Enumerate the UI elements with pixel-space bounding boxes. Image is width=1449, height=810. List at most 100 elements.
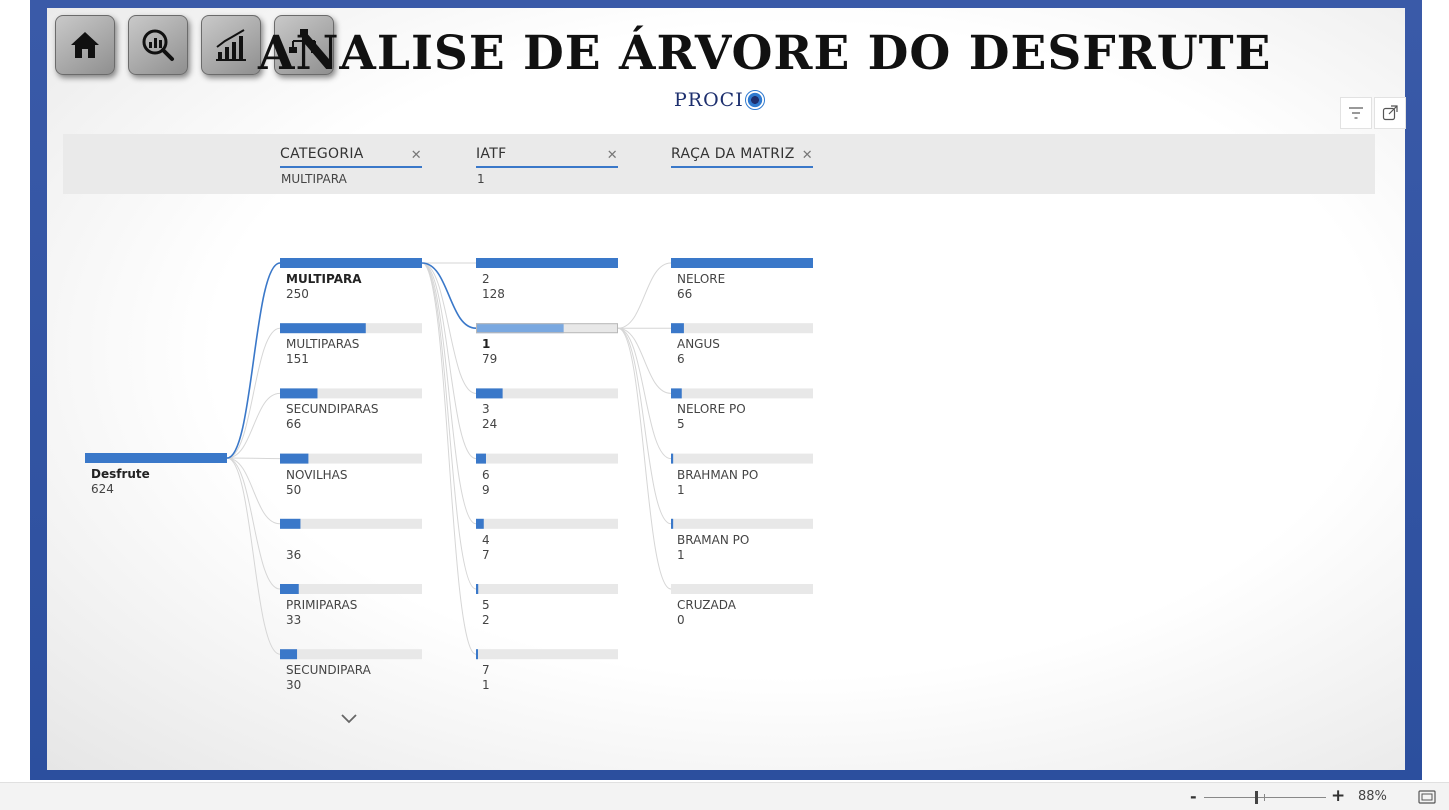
tree-bar[interactable]	[280, 649, 298, 660]
tree-connector	[421, 262, 477, 590]
zoom-slider-track[interactable]	[1204, 797, 1326, 798]
chevron-down-icon[interactable]	[340, 709, 358, 728]
node-name: NOVILHAS	[286, 467, 348, 482]
tree-bar[interactable]	[280, 258, 422, 268]
tree-connector	[226, 457, 281, 590]
tree-connector	[226, 327, 281, 459]
tree-bar[interactable]	[280, 388, 318, 399]
tree-node-label: MULTIPARA 250	[286, 272, 362, 302]
node-value: 7	[482, 547, 490, 562]
node-value: 1	[677, 482, 685, 497]
tree-bar-track	[671, 388, 813, 399]
node-name: NELORE	[677, 272, 726, 286]
tree-bar[interactable]	[280, 584, 299, 594]
tree-connector	[226, 392, 281, 459]
zoom-slider-thumb[interactable]	[1255, 791, 1258, 804]
node-name: Desfrute	[91, 467, 150, 481]
tree-bar[interactable]	[280, 518, 301, 529]
tree-bar[interactable]	[280, 323, 366, 334]
tree-connector	[226, 457, 281, 525]
tree-bar-track	[476, 584, 618, 594]
tree-bar[interactable]	[671, 518, 674, 529]
tree-node-label: NELORE 66	[677, 272, 725, 302]
fit-to-page-icon	[1418, 790, 1436, 804]
node-name: MULTIPARA	[286, 272, 362, 286]
tree-connector	[421, 262, 477, 525]
node-value: 33	[286, 613, 302, 627]
node-value: 1	[482, 678, 490, 693]
tree-bar-track	[476, 453, 618, 464]
tree-bar-track	[476, 649, 618, 660]
node-name: 1	[482, 337, 491, 352]
node-name: CRUZADA	[677, 598, 736, 612]
tree-node-label: BRAHMAN PO 1	[677, 468, 758, 498]
tree-connector	[226, 457, 281, 655]
node-value: 36	[286, 547, 302, 562]
tree-bar[interactable]	[476, 388, 503, 399]
tree-bar[interactable]	[671, 388, 682, 399]
tree-node-label: SECUNDIPARA 30	[286, 663, 371, 693]
node-name: ANGUS	[677, 337, 720, 352]
tree-bar[interactable]	[476, 518, 484, 529]
tree-connector	[226, 262, 281, 459]
tree-node-label: 52	[482, 598, 490, 628]
tree-node-label: 3 24	[482, 402, 497, 432]
tree-node-label: PRIMIPARAS 33	[286, 598, 357, 628]
tree-node-label: 2 128	[482, 272, 505, 302]
tree-node-label: 47	[482, 533, 490, 563]
node-value: 5	[677, 417, 685, 432]
tree-bar[interactable]	[671, 323, 684, 334]
node-value: 0	[677, 613, 685, 627]
tree-bar[interactable]	[671, 453, 674, 464]
zoom-level: 88%	[1358, 789, 1387, 804]
tree-node-label: ANGUS 6	[677, 337, 720, 367]
tree-connector	[421, 262, 477, 394]
zoom-in-button[interactable]: +	[1331, 786, 1345, 806]
tree-node-label: 1 79	[482, 337, 497, 367]
node-value: 30	[286, 678, 302, 693]
node-value: 2	[482, 613, 490, 627]
tree-node-label: NELORE PO 5	[677, 402, 746, 432]
node-value: 50	[286, 482, 302, 497]
tree-node-label: CRUZADA 0	[677, 598, 736, 628]
node-value: 9	[482, 482, 490, 497]
status-bar	[0, 782, 1449, 810]
node-name: MULTIPARAS	[286, 337, 360, 352]
tree-bar-track	[280, 518, 422, 529]
tree-node-label: MULTIPARAS 151	[286, 337, 359, 367]
tree-node-label: 71	[482, 663, 490, 693]
tree-bar[interactable]	[476, 258, 618, 268]
fit-to-page-button[interactable]	[1418, 789, 1436, 808]
tree-bar-track	[671, 584, 813, 594]
tree-bar[interactable]	[85, 453, 227, 463]
node-value: 66	[286, 417, 302, 432]
tree-bar-track	[671, 518, 813, 529]
tree-connector	[617, 327, 672, 590]
tree-bar-track	[476, 518, 618, 529]
node-value: 66	[677, 287, 693, 301]
node-value: 128	[482, 287, 505, 301]
tree-bar-track	[280, 649, 422, 660]
tree-bar[interactable]	[671, 258, 813, 268]
tree-bar[interactable]	[476, 323, 564, 334]
node-name: BRAHMAN PO	[677, 467, 759, 482]
tree-connector	[617, 327, 672, 525]
node-name: 4	[482, 532, 490, 547]
tree-bar[interactable]	[476, 584, 479, 594]
tree-node-label: 36	[286, 533, 301, 563]
tree-node-label: 69	[482, 468, 490, 498]
tree-connector	[617, 327, 672, 460]
node-name: NELORE PO	[677, 402, 746, 417]
tree-node-label: Desfrute 624	[91, 467, 150, 497]
node-name: BRAMAN PO	[677, 532, 750, 547]
node-value: 24	[482, 417, 498, 432]
node-value: 624	[91, 482, 114, 496]
zoom-out-button[interactable]: -	[1190, 787, 1197, 806]
tree-bar[interactable]	[476, 453, 486, 464]
tree-bar[interactable]	[476, 649, 478, 660]
node-value: 250	[286, 287, 309, 301]
node-name: 3	[482, 402, 490, 417]
zoom-slider-tick	[1264, 794, 1265, 801]
node-name: 6	[482, 467, 490, 482]
tree-bar[interactable]	[280, 453, 309, 464]
